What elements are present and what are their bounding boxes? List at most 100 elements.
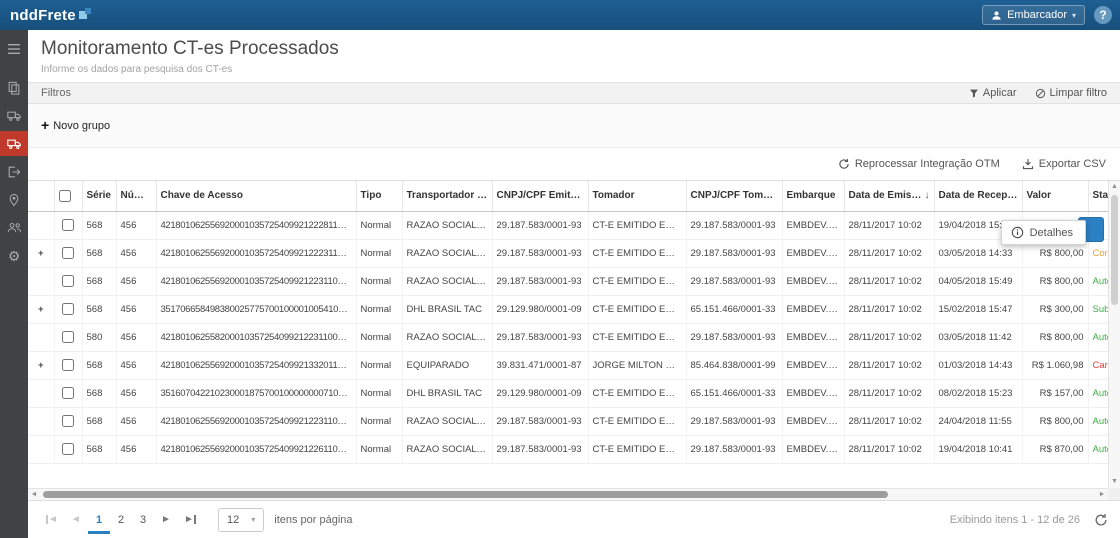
- table-row[interactable]: + 568 456 421801062556920001035725409921…: [28, 239, 1108, 267]
- col-header-data-recepcao[interactable]: Data de Recepção: [934, 181, 1022, 211]
- cell-chave-de-acesso: 4218010625569200010357254099212231100803…: [156, 407, 356, 435]
- cell-data-recepcao: 01/03/2018 14:43: [934, 351, 1022, 379]
- row-expand-toggle[interactable]: +: [28, 351, 54, 379]
- col-header-select: [54, 181, 82, 211]
- col-header-numero[interactable]: Número: [116, 181, 156, 211]
- horizontal-scrollbar-thumb[interactable]: [43, 491, 888, 498]
- new-group-button[interactable]: + Novo grupo: [41, 120, 110, 132]
- cell-serie: 568: [82, 295, 116, 323]
- col-header-cnpj-tomador[interactable]: CNPJ/CPF Tomador: [686, 181, 782, 211]
- next-page-button[interactable]: ►: [154, 508, 178, 532]
- table-row[interactable]: 568 456 42180106255692000103572540992122…: [28, 211, 1108, 239]
- first-page-icon: ◄: [48, 514, 58, 525]
- row-checkbox[interactable]: [62, 247, 74, 259]
- cell-data-emissao: 28/11/2017 10:02: [844, 267, 934, 295]
- row-expand-toggle[interactable]: [28, 379, 54, 407]
- table-row[interactable]: 580 456 42180106255820001035725409921223…: [28, 323, 1108, 351]
- row-expand-toggle[interactable]: [28, 323, 54, 351]
- table-row[interactable]: 568 456 42180106255692000103572540992122…: [28, 435, 1108, 463]
- cell-tipo: Normal: [356, 211, 402, 239]
- row-checkbox[interactable]: [62, 303, 74, 315]
- menu-toggle-button[interactable]: [0, 36, 28, 61]
- cell-embarque: EMBDEV.32...: [782, 239, 844, 267]
- horizontal-scrollbar[interactable]: ◄ ►: [28, 488, 1108, 500]
- sidebar-item-fleet[interactable]: [0, 103, 28, 128]
- col-header-cnpj-emitente[interactable]: CNPJ/CPF Emitente: [492, 181, 588, 211]
- row-checkbox[interactable]: [62, 331, 74, 343]
- cell-embarque: EMBDEV.28...: [782, 295, 844, 323]
- row-checkbox[interactable]: [62, 359, 74, 371]
- col-header-serie[interactable]: Série: [82, 181, 116, 211]
- reprocess-otm-button[interactable]: Reprocessar Integração OTM: [838, 158, 1000, 170]
- cell-embarque: EMBDEV.34...: [782, 267, 844, 295]
- page-number-2[interactable]: 2: [110, 506, 132, 534]
- cell-status: Subs: [1088, 295, 1108, 323]
- table-row[interactable]: 568 456 35160704221023000187570010000000…: [28, 379, 1108, 407]
- col-header-valor[interactable]: Valor: [1022, 181, 1088, 211]
- sort-desc-icon: ↓: [925, 190, 930, 201]
- monitoring-truck-icon: [7, 137, 22, 150]
- user-menu-label: Embarcador: [1007, 9, 1067, 21]
- prev-page-button[interactable]: ◄: [64, 508, 88, 532]
- row-checkbox[interactable]: [62, 415, 74, 427]
- sidebar-item-export[interactable]: [0, 159, 28, 184]
- scroll-left-icon[interactable]: ◄: [28, 489, 40, 500]
- scroll-right-icon[interactable]: ►: [1096, 489, 1108, 500]
- col-header-data-emissao[interactable]: Data de Emissão↓: [844, 181, 934, 211]
- first-page-button[interactable]: ◄: [40, 508, 64, 532]
- clear-filter-button[interactable]: Limpar filtro: [1035, 87, 1107, 99]
- table-row[interactable]: + 568 456 351706658498380025775700100001…: [28, 295, 1108, 323]
- select-all-checkbox[interactable]: [59, 190, 71, 202]
- table-row[interactable]: 568 456 42180106255692000103572540992122…: [28, 267, 1108, 295]
- vertical-scrollbar-thumb[interactable]: [1111, 195, 1118, 305]
- refresh-button[interactable]: [1094, 513, 1108, 527]
- sidebar-item-location[interactable]: [0, 187, 28, 212]
- col-header-embarque[interactable]: Embarque: [782, 181, 844, 211]
- scroll-down-icon[interactable]: ▼: [1109, 476, 1120, 488]
- row-expand-toggle[interactable]: [28, 267, 54, 295]
- last-page-button[interactable]: ►: [178, 508, 202, 532]
- scroll-up-icon[interactable]: ▲: [1109, 181, 1120, 193]
- row-expand-toggle[interactable]: +: [28, 239, 54, 267]
- vertical-scrollbar[interactable]: ▲ ▼: [1108, 181, 1120, 488]
- sidebar-item-users[interactable]: [0, 215, 28, 240]
- help-button[interactable]: ?: [1094, 6, 1112, 24]
- table-row[interactable]: + 568 456 421801062556920001035725409921…: [28, 351, 1108, 379]
- col-header-tipo[interactable]: Tipo: [356, 181, 402, 211]
- row-checkbox[interactable]: [62, 275, 74, 287]
- export-csv-button[interactable]: Exportar CSV: [1022, 158, 1106, 170]
- plus-icon: +: [41, 120, 49, 131]
- cell-tipo: Normal: [356, 267, 402, 295]
- table-row[interactable]: 568 456 42180106255692000103572540992122…: [28, 407, 1108, 435]
- pager: ◄ ◄ 1 2 3 ► ► 12 ▾ itens por página Exib…: [28, 500, 1120, 538]
- cell-cnpj-emitente: 29.187.583/0001-93: [492, 211, 588, 239]
- filters-title: Filtros: [41, 87, 71, 99]
- col-header-tomador[interactable]: Tomador: [588, 181, 686, 211]
- apply-filter-button[interactable]: Aplicar: [969, 87, 1017, 99]
- row-checkbox[interactable]: [62, 443, 74, 455]
- cell-transportador: DHL BRASIL TAC: [402, 379, 492, 407]
- cell-valor: R$ 800,00: [1022, 323, 1088, 351]
- row-expand-toggle[interactable]: +: [28, 295, 54, 323]
- cell-valor: R$ 300,00: [1022, 295, 1088, 323]
- cell-serie: 568: [82, 407, 116, 435]
- details-tooltip[interactable]: Detalhes: [1001, 220, 1086, 245]
- sidebar-item-settings[interactable]: ⚙: [0, 243, 28, 268]
- row-expand-toggle[interactable]: [28, 211, 54, 239]
- cell-valor: R$ 870,00: [1022, 435, 1088, 463]
- row-checkbox[interactable]: [62, 219, 74, 231]
- sidebar-item-monitoring-active[interactable]: [0, 131, 28, 156]
- cell-status: Auto: [1088, 267, 1108, 295]
- col-header-status[interactable]: Status: [1088, 181, 1108, 211]
- row-checkbox[interactable]: [62, 387, 74, 399]
- col-header-chave[interactable]: Chave de Acesso: [156, 181, 356, 211]
- sidebar-item-documents[interactable]: [0, 75, 28, 100]
- row-expand-toggle[interactable]: [28, 435, 54, 463]
- page-size-select[interactable]: 12 ▾: [218, 508, 264, 532]
- row-expand-toggle[interactable]: [28, 407, 54, 435]
- cell-status: Com: [1088, 239, 1108, 267]
- col-header-transportador[interactable]: Transportador Emitente: [402, 181, 492, 211]
- page-number-3[interactable]: 3: [132, 506, 154, 534]
- page-number-1[interactable]: 1: [88, 506, 110, 534]
- user-menu-button[interactable]: Embarcador ▾: [982, 5, 1085, 25]
